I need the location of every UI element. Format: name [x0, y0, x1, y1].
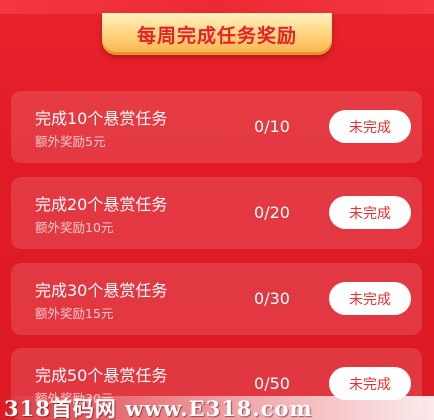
- task-card-20: 完成20个悬赏任务 额外奖励10元 0/20 未完成: [11, 177, 422, 249]
- task-title: 完成20个悬赏任务: [35, 195, 168, 214]
- task-reward: 额外奖励15元: [35, 306, 114, 321]
- watermark-text: 318首码网 www.E318.com: [4, 396, 313, 420]
- task-card-10: 完成10个悬赏任务 额外奖励5元 0/10 未完成: [11, 91, 422, 163]
- task-progress: 0/20: [254, 203, 290, 222]
- task-card-30: 完成30个悬赏任务 额外奖励15元 0/30 未完成: [11, 263, 422, 335]
- status-button[interactable]: 未完成: [329, 282, 411, 315]
- banner-title: 每周完成任务奖励: [136, 24, 297, 47]
- task-title: 完成10个悬赏任务: [35, 109, 168, 128]
- task-reward: 额外奖励10元: [35, 220, 114, 235]
- task-title: 完成50个悬赏任务: [35, 366, 168, 385]
- task-progress: 0/50: [254, 374, 290, 393]
- task-reward: 额外奖励5元: [35, 134, 106, 149]
- task-progress: 0/10: [254, 117, 290, 136]
- status-button[interactable]: 未完成: [329, 110, 411, 143]
- task-progress: 0/30: [254, 289, 290, 308]
- header-strip: [0, 0, 434, 14]
- weekly-reward-banner: 每周完成任务奖励: [102, 13, 332, 55]
- task-title: 完成30个悬赏任务: [35, 281, 168, 300]
- status-button[interactable]: 未完成: [329, 196, 411, 229]
